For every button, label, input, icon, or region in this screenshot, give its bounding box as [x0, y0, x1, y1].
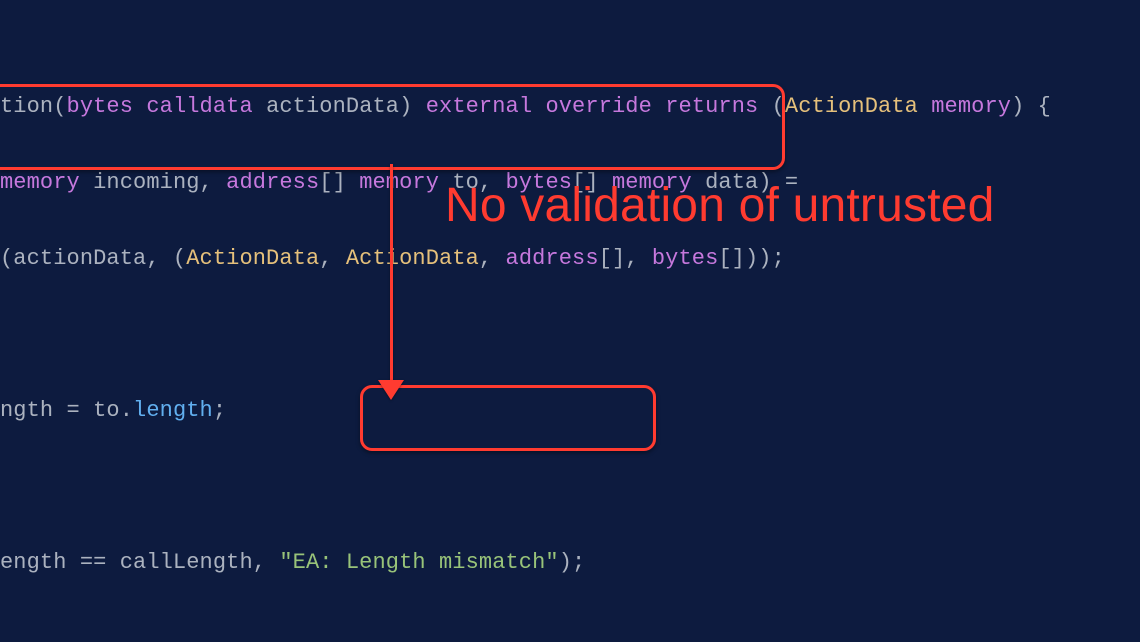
code-line-7: ength == callLength, "EA: Length mismatc…	[0, 544, 1140, 582]
arrow-head-icon	[378, 380, 404, 400]
code-line-8	[0, 620, 1140, 642]
arrow-shaft	[390, 164, 393, 386]
code-line-4	[0, 316, 1140, 354]
annotation-text: No validation of untrusted	[445, 178, 995, 233]
code-line-1: tion(bytes calldata actionData) external…	[0, 88, 1140, 126]
code-line-3: (actionData, (ActionData, ActionData, ad…	[0, 240, 1140, 278]
code-line-6	[0, 468, 1140, 506]
code-screenshot: tion(bytes calldata actionData) external…	[0, 0, 1140, 642]
source-code-block: tion(bytes calldata actionData) external…	[0, 0, 1140, 642]
code-line-5: ngth = to.length;	[0, 392, 1140, 430]
